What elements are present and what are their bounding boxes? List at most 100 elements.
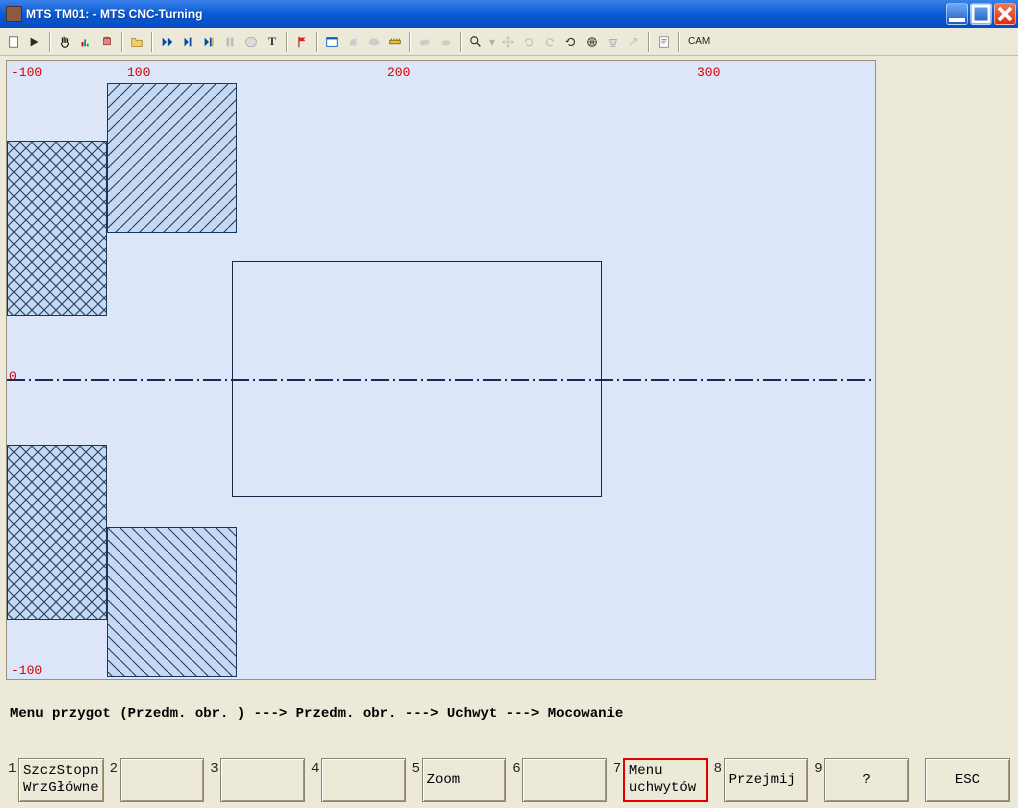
ruler-top-label: 300 — [697, 65, 720, 80]
fastforward-icon[interactable] — [157, 32, 177, 52]
toolbar-separator — [121, 32, 123, 52]
shape1-icon[interactable] — [343, 32, 363, 52]
rack-icon[interactable] — [385, 32, 405, 52]
toolbar-separator — [409, 32, 411, 52]
fn-button-6[interactable] — [522, 758, 607, 802]
stop-icon[interactable] — [241, 32, 261, 52]
text-icon[interactable]: T — [262, 32, 282, 52]
run-arrow-icon[interactable] — [25, 32, 45, 52]
fn-cell-6: 6 — [512, 758, 607, 802]
flag-icon[interactable] — [292, 32, 312, 52]
move-icon[interactable] — [498, 32, 518, 52]
fn-number: 7 — [613, 758, 623, 802]
toolbar-separator — [678, 32, 680, 52]
fn-cell-5: 5 Zoom — [412, 758, 507, 802]
globe-icon[interactable] — [582, 32, 602, 52]
fn-label-line2: uchwytów — [629, 780, 696, 797]
toolbar-separator — [286, 32, 288, 52]
chuck-body-lower — [7, 445, 107, 620]
fn-button-3[interactable] — [220, 758, 305, 802]
breadcrumb: Menu przygot (Przedm. obr. ) ---> Przedm… — [10, 706, 623, 722]
cylinder-icon[interactable] — [97, 32, 117, 52]
drawing-canvas[interactable]: -100 100 200 300 0 -100 — [6, 60, 876, 680]
fn-number: 2 — [110, 758, 120, 802]
window-icon[interactable] — [322, 32, 342, 52]
chuck-jaw-upper — [107, 83, 237, 233]
fn-label-line1: Menu — [629, 763, 663, 780]
fn-cell-8: 8 Przejmij — [714, 758, 809, 802]
fn-number: 4 — [311, 758, 321, 802]
fn-label-line1: Zoom — [427, 772, 461, 789]
fn-button-menu-uchwytow[interactable]: Menu uchwytów — [623, 758, 708, 802]
app-icon — [6, 6, 22, 22]
open-folder-icon[interactable] — [127, 32, 147, 52]
chuck-body-upper — [7, 141, 107, 316]
fn-number: 9 — [814, 758, 824, 802]
chart-icon[interactable] — [76, 32, 96, 52]
title-bar: MTS TM01: - MTS CNC-Turning — [0, 0, 1018, 28]
fn-button-zoom[interactable]: Zoom — [422, 758, 507, 802]
fn-label-line1: Przejmij — [729, 772, 796, 789]
fn-label-line1: SzczStopn — [23, 763, 99, 780]
fn-cell-9: 9 ? — [814, 758, 909, 802]
fn-number: 3 — [210, 758, 220, 802]
maximize-icon — [971, 4, 991, 24]
fn-cell-esc: ESC — [925, 758, 1010, 802]
ruler-left-label: 0 — [9, 369, 17, 384]
fn-label-line2: WrzGłówne — [23, 780, 99, 797]
window-controls — [946, 3, 1016, 25]
new-document-icon[interactable] — [4, 32, 24, 52]
ruler-top-label: 100 — [127, 65, 150, 80]
workpiece-outline — [232, 261, 602, 497]
zoom-icon[interactable] — [466, 32, 486, 52]
arrow-icon[interactable] — [624, 32, 644, 52]
rotate2-icon[interactable] — [540, 32, 560, 52]
fn-number: 5 — [412, 758, 422, 802]
fn-number: 6 — [512, 758, 522, 802]
fn-cell-3: 3 — [210, 758, 305, 802]
toolbar: T ▾ CAM — [0, 28, 1018, 56]
ruler-top-label: 200 — [387, 65, 410, 80]
cam-mode-button[interactable]: CAM — [684, 36, 714, 47]
refresh-icon[interactable] — [561, 32, 581, 52]
pause-icon[interactable] — [220, 32, 240, 52]
fn-cell-1: 1 SzczStopn WrzGłówne — [8, 758, 104, 802]
fn-label-line1: ? — [862, 772, 870, 789]
step-forward-icon[interactable] — [178, 32, 198, 52]
fn-button-4[interactable] — [321, 758, 406, 802]
chuck-jaw-lower — [107, 527, 237, 677]
fn-button-szczstopn[interactable]: SzczStopn WrzGłówne — [18, 758, 104, 802]
esc-label: ESC — [955, 772, 980, 789]
cloud2-icon[interactable] — [436, 32, 456, 52]
toolbar-separator — [151, 32, 153, 52]
fn-cell-2: 2 — [110, 758, 205, 802]
fn-button-2[interactable] — [120, 758, 205, 802]
toolbar-separator — [316, 32, 318, 52]
step-to-end-icon[interactable] — [199, 32, 219, 52]
fn-cell-4: 4 — [311, 758, 406, 802]
fn-button-przejmij[interactable]: Przejmij — [724, 758, 809, 802]
lamp-icon[interactable] — [603, 32, 623, 52]
ruler-top-label: -100 — [11, 65, 42, 80]
toolbar-separator — [648, 32, 650, 52]
minimize-icon — [947, 4, 967, 24]
chevron-down-icon[interactable]: ▾ — [487, 32, 497, 52]
cloud1-icon[interactable] — [415, 32, 435, 52]
function-key-bar: 1 SzczStopn WrzGłówne 2 3 4 5 Zoom 6 — [8, 758, 1010, 802]
fn-button-esc[interactable]: ESC — [925, 758, 1010, 802]
minimize-button[interactable] — [946, 3, 968, 25]
fn-number: 8 — [714, 758, 724, 802]
fn-number: 1 — [8, 758, 18, 802]
window-title: MTS TM01: - MTS CNC-Turning — [26, 7, 946, 21]
properties-icon[interactable] — [654, 32, 674, 52]
rotate1-icon[interactable] — [519, 32, 539, 52]
close-button[interactable] — [994, 3, 1016, 25]
ellipse-icon[interactable] — [364, 32, 384, 52]
drawing-canvas-wrapper: -100 100 200 300 0 -100 — [6, 60, 876, 700]
toolbar-separator — [49, 32, 51, 52]
close-icon — [995, 4, 1015, 24]
maximize-button[interactable] — [970, 3, 992, 25]
fn-button-help[interactable]: ? — [824, 758, 909, 802]
hand-icon[interactable] — [55, 32, 75, 52]
fn-cell-7: 7 Menu uchwytów — [613, 758, 708, 802]
